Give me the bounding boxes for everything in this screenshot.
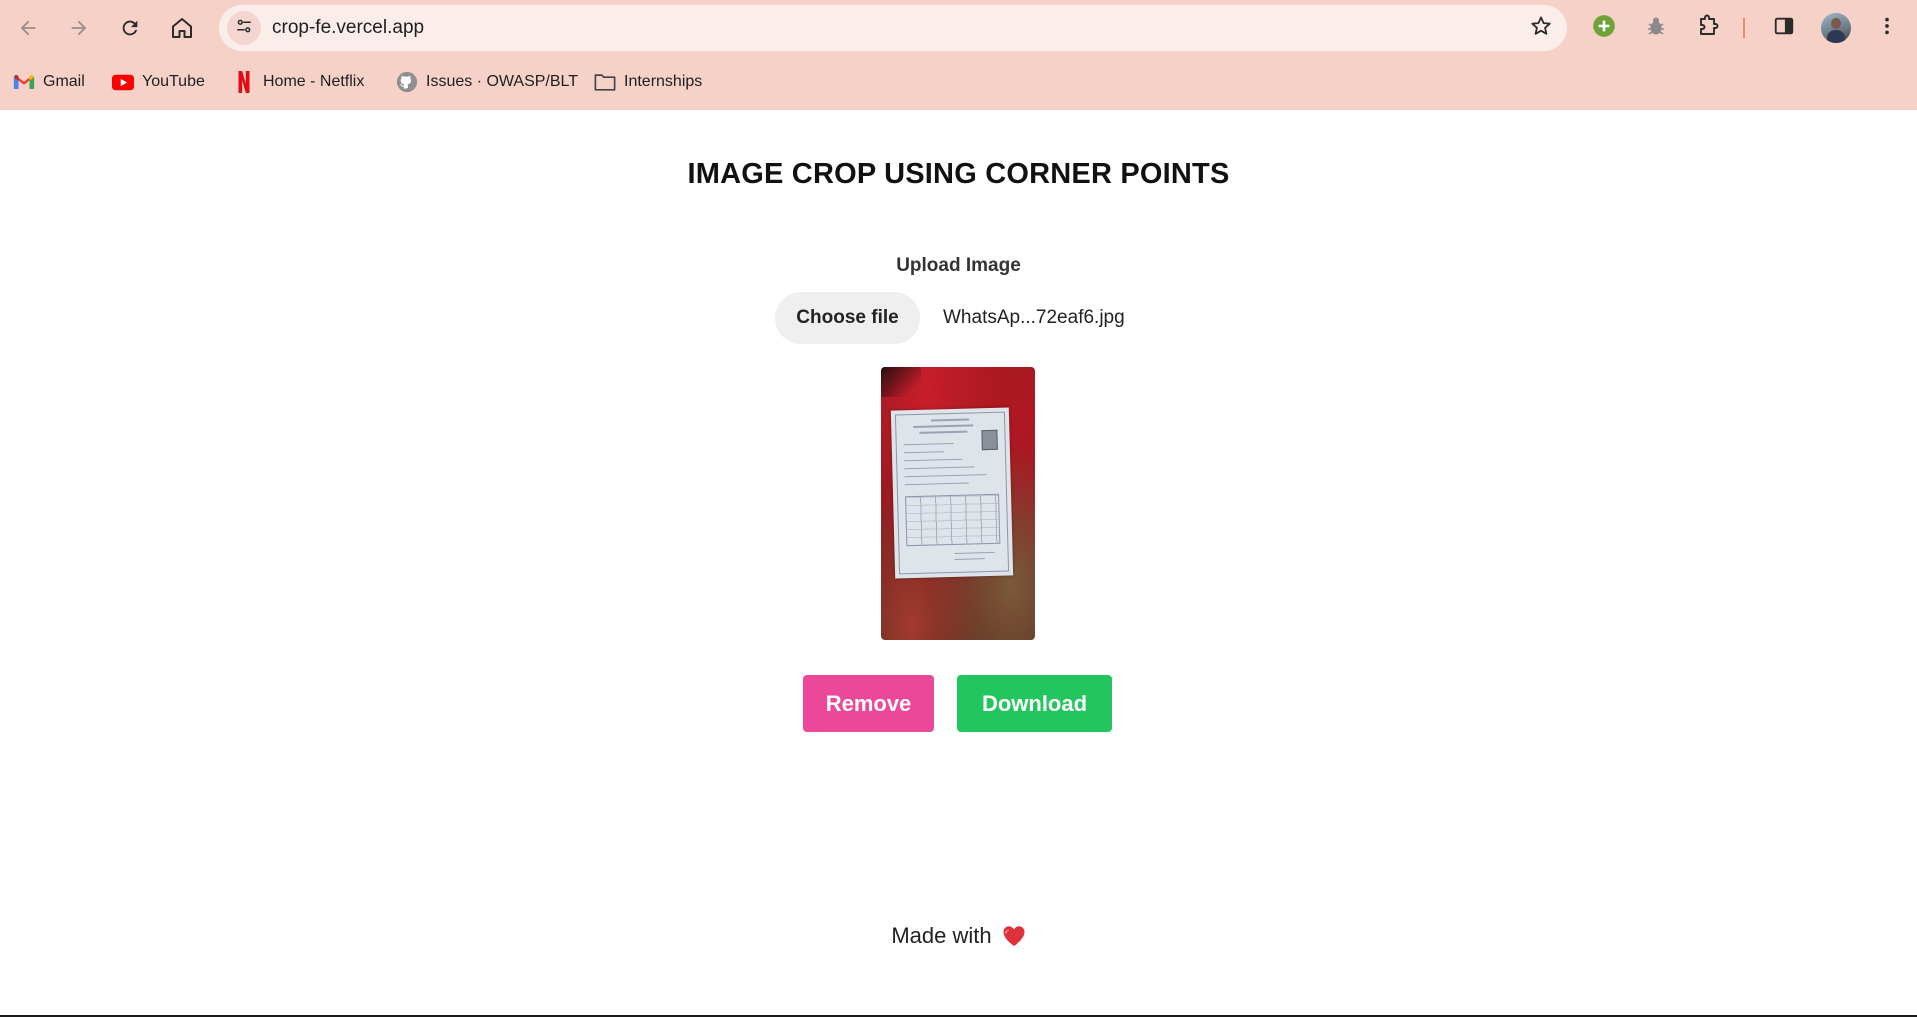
side-panel-icon — [1773, 15, 1795, 42]
browser-menu-button[interactable] — [1871, 12, 1903, 44]
extension-add-button[interactable] — [1588, 12, 1620, 44]
url-text[interactable]: crop-fe.vercel.app — [272, 5, 424, 51]
back-button[interactable] — [10, 10, 46, 46]
heart-icon — [1002, 925, 1026, 947]
remove-button[interactable]: Remove — [803, 675, 934, 732]
site-info-button[interactable] — [227, 11, 261, 45]
bug-icon — [1644, 14, 1668, 43]
browser-toolbar: crop-fe.vercel.app — [0, 0, 1917, 56]
page-title: IMAGE CROP USING CORNER POINTS — [687, 158, 1230, 190]
choose-file-button[interactable]: Choose file — [775, 292, 920, 344]
profile-avatar[interactable] — [1821, 13, 1851, 43]
arrow-right-icon — [68, 17, 90, 39]
star-icon — [1529, 14, 1553, 43]
bookmark-folder-internships[interactable]: Internships — [594, 62, 702, 102]
bookmark-gmail[interactable]: Gmail — [13, 62, 85, 102]
home-button[interactable] — [164, 10, 200, 46]
kebab-menu-icon — [1876, 15, 1898, 42]
bookmark-netflix[interactable]: Home - Netflix — [233, 62, 364, 102]
address-bar[interactable]: crop-fe.vercel.app — [219, 5, 1567, 51]
tune-icon — [235, 17, 253, 40]
document-photo — [890, 407, 1014, 579]
upload-image-label: Upload Image — [896, 255, 1021, 276]
bookmark-label: Internships — [624, 73, 703, 90]
side-panel-button[interactable] — [1768, 12, 1800, 44]
bookmark-label: Home - Netflix — [263, 73, 365, 90]
bookmark-label: Issues · OWASP/BLT — [426, 73, 579, 90]
selected-file-name: WhatsAp...72eaf6.jpg — [943, 307, 1125, 328]
footer-text: Made with — [891, 923, 992, 948]
forward-button[interactable] — [61, 10, 97, 46]
bookmark-label: YouTube — [142, 73, 205, 90]
image-preview[interactable] — [881, 367, 1035, 640]
bookmarks-bar: Gmail YouTube Home - Netflix Issues · OW… — [0, 62, 1917, 102]
netflix-icon — [233, 71, 255, 93]
plus-circle-icon — [1591, 13, 1617, 44]
github-icon — [396, 71, 418, 93]
browser-chrome: crop-fe.vercel.app Gmail YouTube Home - … — [0, 0, 1917, 110]
arrow-left-icon — [17, 17, 39, 39]
extensions-button[interactable] — [1692, 12, 1724, 44]
youtube-icon — [112, 71, 134, 93]
reload-button[interactable] — [112, 10, 148, 46]
home-icon — [170, 16, 194, 40]
bookmark-star-button[interactable] — [1527, 14, 1555, 42]
bookmark-owasp-blt[interactable]: Issues · OWASP/BLT — [396, 62, 578, 102]
download-button[interactable]: Download — [957, 675, 1112, 732]
bookmark-youtube[interactable]: YouTube — [112, 62, 205, 102]
footer: Made with — [0, 923, 1917, 949]
folder-icon — [594, 71, 616, 93]
gmail-icon — [13, 71, 35, 93]
puzzle-icon — [1696, 14, 1720, 43]
page-content: IMAGE CROP USING CORNER POINTS Upload Im… — [0, 110, 1917, 1017]
reload-icon — [119, 17, 141, 39]
extension-bug-button[interactable] — [1640, 12, 1672, 44]
bookmark-label: Gmail — [43, 73, 85, 90]
toolbar-separator — [1743, 18, 1745, 38]
